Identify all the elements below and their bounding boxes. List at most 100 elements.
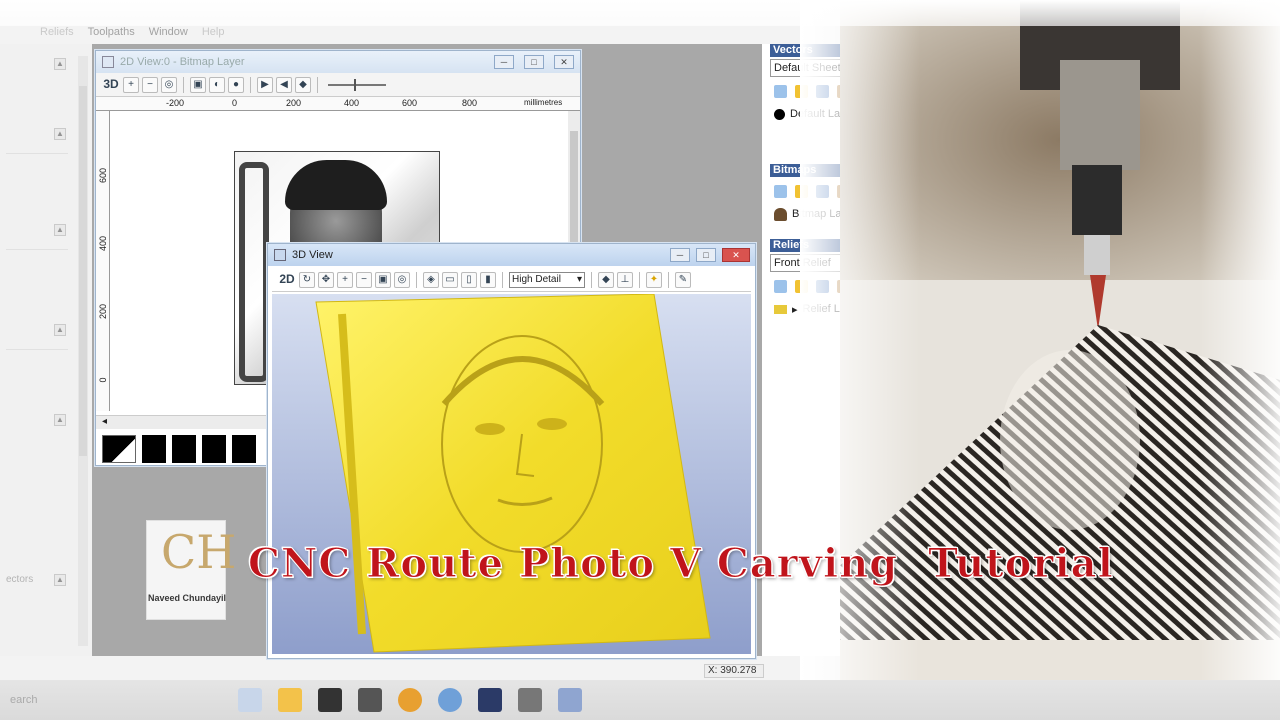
titlebar-2d[interactable]: 2D View:0 - Bitmap Layer ─ □ ✕ — [96, 51, 580, 73]
app-icon[interactable] — [438, 688, 462, 712]
collapse-icon[interactable]: ▲ — [54, 324, 66, 336]
ruler-tick: 200 — [286, 98, 302, 108]
menu-bar: Reliefs Toolpaths Window Help — [0, 26, 760, 42]
save-icon[interactable] — [816, 280, 829, 293]
opacity-slider[interactable] — [324, 77, 394, 93]
photo-frame — [239, 162, 269, 382]
ruler-tick: 600 — [98, 167, 108, 183]
new-layer-icon[interactable] — [774, 185, 787, 198]
expand-icon[interactable]: ▸ — [792, 303, 798, 316]
ruler-tick: -200 — [166, 98, 185, 108]
menu-item-window[interactable]: Window — [149, 26, 188, 42]
titlebar-3d[interactable]: 3D View ─ □ ✕ — [268, 244, 755, 266]
collapse-icon[interactable]: ▲ — [54, 414, 66, 426]
zoom-in-icon[interactable]: + — [123, 76, 139, 93]
menu-item-help[interactable]: Help — [202, 26, 225, 42]
minimize-button[interactable]: ─ — [670, 248, 690, 262]
zoom-out-icon[interactable]: − — [142, 76, 158, 93]
scroll-left-icon[interactable]: ◂ — [102, 416, 107, 427]
new-layer-icon[interactable] — [774, 280, 787, 293]
layer-forward-icon[interactable]: ▶ — [257, 76, 273, 93]
maximize-button[interactable]: □ — [524, 55, 544, 69]
save-icon[interactable] — [816, 185, 829, 198]
app-icon — [274, 249, 286, 261]
collapse-icon[interactable]: ▲ — [54, 128, 66, 140]
axes-icon[interactable]: ⊥ — [617, 271, 633, 288]
menu-item-reliefs[interactable]: Reliefs — [40, 26, 74, 42]
relief-surface — [315, 294, 711, 653]
photoshop-icon[interactable] — [478, 688, 502, 712]
divider — [6, 338, 68, 350]
divider — [502, 271, 503, 288]
v-bit — [1090, 275, 1106, 330]
left-scrollbar[interactable] — [78, 56, 88, 646]
fade-icon[interactable]: ◆ — [295, 76, 311, 93]
layer-backward-icon[interactable]: ◀ — [276, 76, 292, 93]
taskbar-search[interactable]: earch — [10, 694, 38, 706]
color-swatch[interactable] — [232, 435, 256, 463]
ruler-tick: 400 — [98, 235, 108, 251]
carved-face — [1000, 350, 1140, 530]
edge-icon[interactable] — [238, 688, 262, 712]
save-icon[interactable] — [816, 85, 829, 98]
canvas-3d[interactable] — [272, 294, 751, 654]
artcam-icon[interactable] — [558, 688, 582, 712]
collapse-icon[interactable]: ▲ — [54, 574, 66, 586]
top-view-icon[interactable]: ▭ — [442, 271, 458, 288]
open-folder-icon[interactable] — [795, 185, 808, 198]
collapse-icon[interactable]: ▲ — [54, 224, 66, 236]
render-icon[interactable]: ✎ — [675, 271, 691, 288]
spindle-motor — [1060, 60, 1140, 170]
rotate-icon[interactable]: ↻ — [299, 271, 315, 288]
calculator-icon[interactable] — [518, 688, 542, 712]
color-swatch[interactable] — [202, 435, 226, 463]
zoom-box-icon[interactable]: ▣ — [375, 271, 391, 288]
scroll-thumb[interactable] — [570, 131, 578, 251]
zoom-fit-icon[interactable]: ◎ — [161, 76, 177, 93]
side-view-icon[interactable]: ▮ — [480, 271, 496, 288]
mode-3d-button[interactable]: 3D — [102, 77, 120, 93]
menu-item-toolpaths[interactable]: Toolpaths — [88, 26, 135, 42]
maximize-button[interactable]: □ — [696, 248, 716, 262]
color-swatch-primary[interactable] — [102, 435, 136, 463]
file-explorer-icon[interactable] — [278, 688, 302, 712]
detail-select[interactable]: High Detail — [509, 271, 585, 288]
zoom-out-icon[interactable]: − — [356, 271, 372, 288]
minimize-button[interactable]: ─ — [494, 55, 514, 69]
tool-holder — [1084, 235, 1110, 275]
color-palette — [102, 435, 256, 463]
front-view-icon[interactable]: ▯ — [461, 271, 477, 288]
zoom-previous-icon[interactable]: ◐ — [209, 76, 225, 93]
mode-2d-button[interactable]: 2D — [278, 272, 296, 288]
light-icon[interactable]: ✦ — [646, 271, 662, 288]
store-icon[interactable] — [318, 688, 342, 712]
new-layer-icon[interactable] — [774, 85, 787, 98]
collapse-icon[interactable]: ▲ — [54, 58, 66, 70]
ruler-tick: 0 — [232, 98, 238, 108]
ruler-tick: 200 — [98, 303, 108, 319]
app-icon — [102, 56, 114, 68]
close-button[interactable]: ✕ — [722, 248, 750, 262]
iso-view-icon[interactable]: ◈ — [423, 271, 439, 288]
pan-icon[interactable]: ● — [228, 76, 244, 93]
mail-icon[interactable] — [358, 688, 382, 712]
ruler-tick: 800 — [462, 98, 478, 108]
zoom-fit-icon[interactable]: ◎ — [394, 271, 410, 288]
chrome-icon[interactable] — [398, 688, 422, 712]
zoom-in-icon[interactable]: + — [337, 271, 353, 288]
status-coordinate: X: 390.278 — [704, 664, 764, 678]
color-swatch[interactable] — [172, 435, 196, 463]
divider — [639, 271, 640, 288]
relief-render — [315, 294, 711, 653]
close-button[interactable]: ✕ — [554, 55, 574, 69]
divider — [6, 238, 68, 250]
channel-logo: CH Naveed Chundayil — [146, 520, 236, 620]
scroll-thumb[interactable] — [79, 86, 87, 456]
material-icon[interactable]: ◆ — [598, 271, 614, 288]
open-folder-icon[interactable] — [795, 85, 808, 98]
open-folder-icon[interactable] — [795, 280, 808, 293]
color-swatch[interactable] — [142, 435, 166, 463]
pan-icon[interactable]: ✥ — [318, 271, 334, 288]
screen: Reliefs Toolpaths Window Help ▲ ▲ ▲ ▲ ▲ … — [0, 0, 1280, 720]
zoom-box-icon[interactable]: ▣ — [190, 76, 206, 93]
